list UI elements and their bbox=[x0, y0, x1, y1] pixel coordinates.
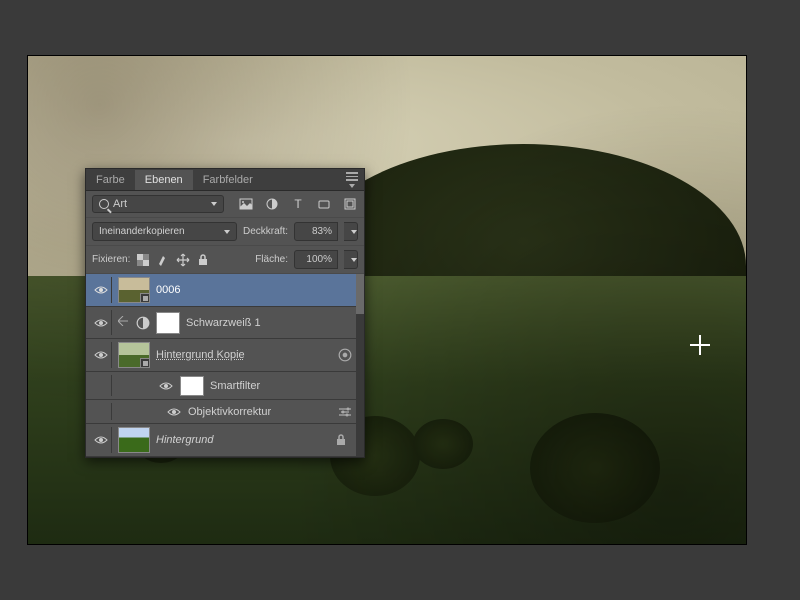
smartfilter-label: Smartfilter bbox=[210, 380, 352, 392]
layer-name[interactable]: Hintergrund Kopie bbox=[156, 349, 332, 361]
smartobject-badge-icon bbox=[140, 358, 150, 368]
layer-row[interactable]: Schwarzweiß 1 bbox=[86, 307, 356, 339]
scrollbar-thumb[interactable] bbox=[356, 274, 364, 314]
tab-color[interactable]: Farbe bbox=[86, 170, 135, 190]
lock-transparency-icon[interactable] bbox=[136, 253, 150, 267]
opacity-input[interactable]: 83% bbox=[294, 222, 338, 241]
blend-mode-value: Ineinanderkopieren bbox=[99, 226, 185, 237]
layer-name[interactable]: 0006 bbox=[156, 284, 352, 296]
chevron-down-icon bbox=[224, 230, 230, 234]
fill-input[interactable]: 100% bbox=[294, 250, 338, 269]
fill-label: Fläche: bbox=[255, 254, 288, 265]
filter-mask-thumbnail[interactable] bbox=[180, 376, 204, 396]
layer-thumbnail[interactable] bbox=[118, 277, 150, 303]
smartfilter-toggle-icon[interactable] bbox=[338, 348, 352, 362]
visibility-icon[interactable] bbox=[93, 435, 109, 445]
tab-layers[interactable]: Ebenen bbox=[135, 170, 193, 190]
layer-filter-dropdown[interactable] bbox=[92, 195, 224, 213]
layer-row[interactable]: 0006 bbox=[86, 274, 356, 307]
lock-position-icon[interactable] bbox=[176, 253, 190, 267]
panel-menu-icon[interactable] bbox=[346, 171, 364, 188]
layers-panel: Farbe Ebenen Farbfelder T Ineinanderkopi… bbox=[85, 168, 365, 458]
filter-input[interactable] bbox=[113, 198, 153, 210]
filter-adjustment-icon[interactable] bbox=[264, 196, 280, 212]
blend-mode-select[interactable]: Ineinanderkopieren bbox=[92, 222, 237, 241]
visibility-icon[interactable] bbox=[93, 285, 109, 295]
filter-pixel-icon[interactable] bbox=[238, 196, 254, 212]
filter-smartobject-icon[interactable] bbox=[342, 196, 358, 212]
filter-type-icon[interactable]: T bbox=[290, 196, 306, 212]
filter-blend-icon[interactable] bbox=[338, 405, 352, 419]
layer-name[interactable]: Hintergrund bbox=[156, 434, 330, 446]
smartobject-badge-icon bbox=[140, 293, 150, 303]
lock-row: Fixieren: Fläche: 100% bbox=[86, 246, 364, 274]
lock-icon bbox=[336, 434, 348, 446]
clip-icon bbox=[118, 316, 130, 329]
visibility-icon[interactable] bbox=[93, 318, 109, 328]
layer-row-smartfilter[interactable]: Smartfilter bbox=[86, 372, 356, 400]
filter-name[interactable]: Objektivkorrektur bbox=[188, 406, 332, 418]
filter-icon-strip: T bbox=[230, 196, 358, 212]
visibility-icon[interactable] bbox=[93, 350, 109, 360]
fill-dropdown[interactable] bbox=[344, 250, 358, 269]
layer-row-filter-entry[interactable]: Objektivkorrektur bbox=[86, 400, 356, 424]
search-icon bbox=[99, 199, 109, 209]
layer-mask-thumbnail[interactable] bbox=[156, 312, 180, 334]
opacity-dropdown[interactable] bbox=[344, 222, 358, 241]
svg-text:T: T bbox=[294, 198, 302, 210]
lock-label: Fixieren: bbox=[92, 254, 130, 265]
layer-thumbnail[interactable] bbox=[118, 427, 150, 453]
panel-tabs: Farbe Ebenen Farbfelder bbox=[86, 169, 364, 191]
layer-row[interactable]: Hintergrund bbox=[86, 424, 356, 457]
lock-all-icon[interactable] bbox=[196, 253, 210, 267]
opacity-label: Deckkraft: bbox=[243, 226, 288, 237]
layer-thumbnail[interactable] bbox=[118, 342, 150, 368]
visibility-icon[interactable] bbox=[166, 407, 182, 417]
blend-row: Ineinanderkopieren Deckkraft: 83% bbox=[86, 218, 364, 246]
chevron-down-icon bbox=[211, 202, 217, 206]
tab-swatches[interactable]: Farbfelder bbox=[193, 170, 263, 190]
filter-shape-icon[interactable] bbox=[316, 196, 332, 212]
layer-row[interactable]: Hintergrund Kopie bbox=[86, 339, 356, 372]
filter-row: T bbox=[86, 191, 364, 218]
adjustment-bw-icon bbox=[136, 316, 150, 330]
lock-pixels-icon[interactable] bbox=[156, 253, 170, 267]
layer-name[interactable]: Schwarzweiß 1 bbox=[186, 317, 352, 329]
visibility-icon[interactable] bbox=[158, 381, 174, 391]
layers-scrollbar[interactable] bbox=[356, 274, 364, 457]
